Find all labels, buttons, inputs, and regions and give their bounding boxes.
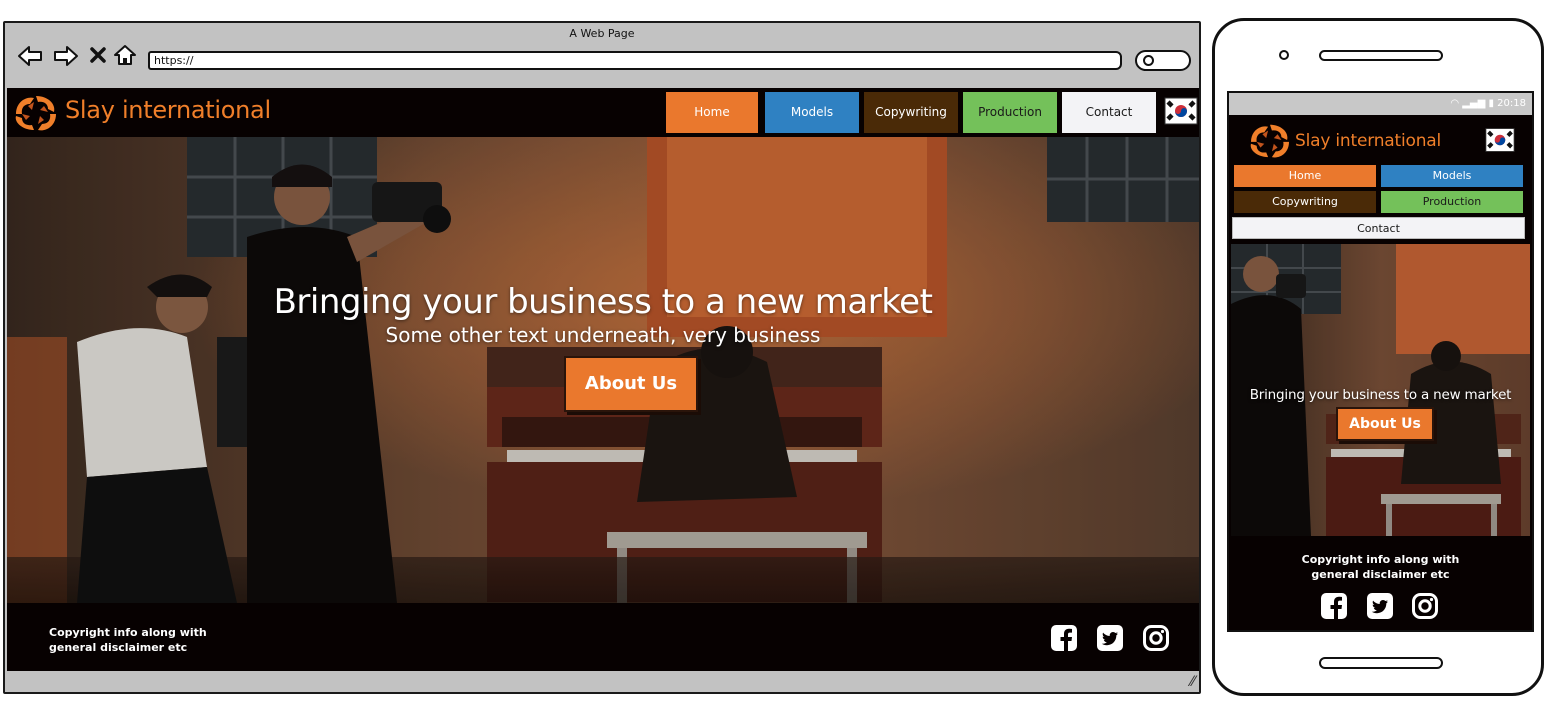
forward-arrow-icon[interactable] — [51, 45, 79, 67]
nav-production-button[interactable]: Production — [963, 92, 1057, 133]
mobile-nav-production-button[interactable]: Production — [1381, 191, 1523, 213]
brand-name[interactable]: Slay international — [1295, 131, 1441, 151]
mobile-hero-banner: Bringing your business to a new market A… — [1231, 244, 1530, 536]
nav-models-button[interactable]: Models — [765, 92, 859, 133]
footer-copyright: Copyright info along with general discla… — [49, 625, 269, 655]
mobile-hero-title: Bringing your business to a new market — [1249, 387, 1512, 403]
instagram-icon[interactable] — [1142, 624, 1170, 652]
mobile-nav-copywriting-button[interactable]: Copywriting — [1234, 191, 1376, 213]
resize-grip-icon[interactable]: ⁄⁄ — [1190, 674, 1195, 690]
nav-copywriting-button[interactable]: Copywriting — [864, 92, 958, 133]
about-us-button[interactable]: About Us — [564, 356, 698, 412]
browser-title: A Web Page — [569, 27, 635, 40]
close-x-icon[interactable] — [89, 46, 107, 64]
phone-frame: ◠ ▂▄▆ ▮ 20:18 Slay international Home Mo… — [1212, 18, 1544, 696]
mobile-twitter-icon[interactable] — [1366, 592, 1394, 620]
mobile-footer-copyright-line1: Copyright info along with — [1301, 553, 1460, 566]
hero-title: Bringing your business to a new market — [273, 282, 933, 322]
hero-banner: Bringing your business to a new market S… — [7, 137, 1199, 603]
search-icon — [1143, 55, 1154, 66]
nav-home-button[interactable]: Home — [666, 92, 758, 133]
brand-name[interactable]: Slay international — [65, 96, 271, 124]
korean-flag-icon[interactable] — [1485, 127, 1515, 153]
status-bar: ◠ ▂▄▆ ▮ 20:18 — [1229, 93, 1532, 115]
site-header: Slay international Home Models Copywriti… — [7, 88, 1199, 137]
mobile-about-us-button[interactable]: About Us — [1336, 407, 1434, 441]
footer-copyright-line1: Copyright info along with — [49, 626, 207, 639]
korean-flag-icon[interactable] — [1164, 97, 1198, 125]
phone-camera — [1279, 50, 1289, 60]
twitter-icon[interactable] — [1096, 624, 1124, 652]
mobile-footer-copyright: Copyright info along with general discla… — [1229, 552, 1532, 582]
phone-speaker — [1319, 50, 1443, 61]
phone-home-button[interactable] — [1319, 657, 1443, 669]
back-arrow-icon[interactable] — [17, 45, 45, 67]
browser-window: A Web Page https:// Slay international H… — [3, 21, 1201, 694]
hero-subtitle: Some other text underneath, very busines… — [385, 323, 821, 347]
url-input[interactable]: https:// — [148, 51, 1122, 70]
facebook-icon[interactable] — [1050, 624, 1078, 652]
nav-contact-button[interactable]: Contact — [1062, 92, 1156, 133]
mobile-nav-models-button[interactable]: Models — [1381, 165, 1523, 187]
mobile-facebook-icon[interactable] — [1320, 592, 1348, 620]
mobile-instagram-icon[interactable] — [1411, 592, 1439, 620]
status-time: 20:18 — [1497, 98, 1526, 109]
search-button[interactable] — [1135, 50, 1191, 71]
mobile-nav-contact-button[interactable]: Contact — [1232, 217, 1525, 239]
mobile-footer-copyright-line2: general disclaimer etc — [1311, 568, 1450, 581]
mobile-nav-home-button[interactable]: Home — [1234, 165, 1376, 187]
home-icon[interactable] — [113, 44, 137, 66]
footer-copyright-line2: general disclaimer etc — [49, 641, 188, 654]
site-footer: Copyright info along with general discla… — [7, 603, 1199, 671]
brand-logo-icon[interactable] — [10, 92, 62, 132]
wifi-icon: ◠ ▂▄▆ ▮ — [1450, 98, 1498, 109]
brand-logo-icon[interactable] — [1245, 121, 1295, 159]
phone-screen: ◠ ▂▄▆ ▮ 20:18 Slay international Home Mo… — [1227, 91, 1534, 632]
